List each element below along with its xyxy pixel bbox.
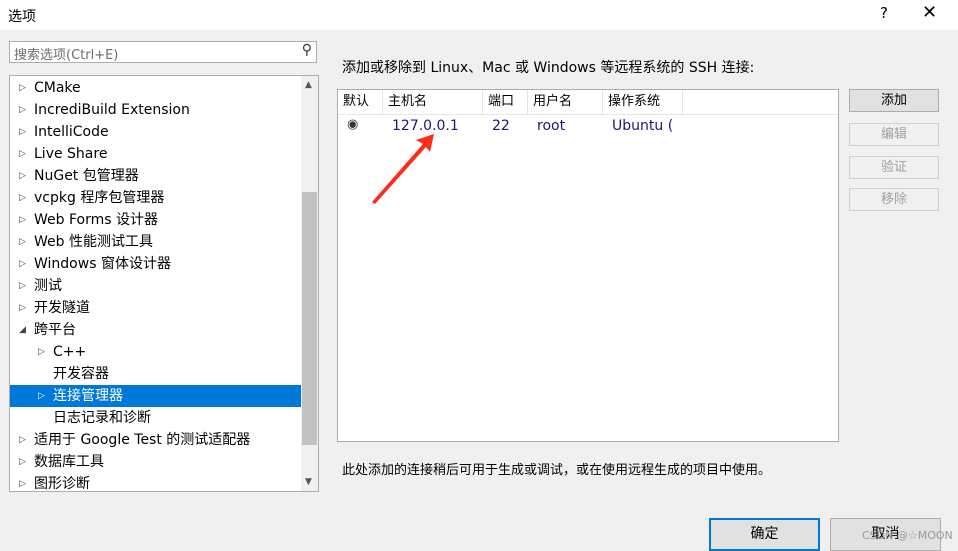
list-header: 默认 主机名 端口 用户名 操作系统	[338, 90, 838, 115]
default-radio[interactable]: ◉	[347, 117, 358, 132]
tree-item[interactable]: ▷ Web 性能测试工具	[10, 231, 301, 253]
tree-item[interactable]: ▷ vcpkg 程序包管理器	[10, 187, 301, 209]
tree-item[interactable]: ◢ 跨平台	[10, 319, 301, 341]
tree-item[interactable]: ▷ 开发隧道	[10, 297, 301, 319]
tree-item-label: vcpkg 程序包管理器	[34, 190, 165, 206]
options-tree: ▷ CMake ▷ IncrediBuild Extension ▷ IntelliCod…	[9, 75, 319, 492]
port-cell: 22	[492, 118, 510, 134]
tree-item[interactable]: ▷ CMake	[10, 77, 301, 99]
tree-item[interactable]: ▷ 连接管理器	[10, 385, 301, 407]
column-os[interactable]: 操作系统	[603, 90, 683, 114]
collapsed-arrow-icon[interactable]: ▷	[38, 341, 45, 363]
collapsed-arrow-icon[interactable]: ▷	[19, 253, 26, 275]
tree-item-label: 日志记录和诊断	[53, 410, 151, 426]
tree-item-label: Web Forms 设计器	[34, 212, 158, 228]
close-button[interactable]: ✕	[922, 2, 937, 23]
collapsed-arrow-icon[interactable]: ▷	[19, 231, 26, 253]
expanded-arrow-icon[interactable]: ◢	[19, 319, 26, 341]
tree-item-label: 数据库工具	[34, 454, 104, 470]
tree-item-label: CMake	[34, 80, 81, 96]
tree-item-label: C++	[53, 344, 87, 360]
scrollbar-thumb[interactable]	[302, 192, 317, 445]
user-cell: root	[537, 118, 566, 134]
tree-item-label: 连接管理器	[53, 388, 123, 404]
search-icon[interactable]: ⚲	[302, 42, 312, 58]
tree-item-label: Windows 窗体设计器	[34, 256, 171, 272]
ok-button[interactable]: 确定	[709, 518, 820, 551]
connection-list[interactable]: 默认 主机名 端口 用户名 操作系统 ◉ 127.0.0.1 22 root U…	[337, 89, 839, 442]
os-cell: Ubuntu (	[612, 118, 674, 134]
collapsed-arrow-icon[interactable]: ▷	[19, 165, 26, 187]
note-text: 此处添加的连接稍后可用于生成或调试，或在使用远程生成的项目中使用。	[342, 463, 772, 478]
tree-item-label: 开发隧道	[34, 300, 90, 316]
column-user[interactable]: 用户名	[528, 90, 603, 114]
tree-item[interactable]: ▷ IntelliCode	[10, 121, 301, 143]
search-placeholder: 搜索选项(Ctrl+E)	[14, 48, 119, 63]
collapsed-arrow-icon[interactable]: ▷	[19, 77, 26, 99]
collapsed-arrow-icon[interactable]: ▷	[38, 385, 45, 407]
edit-button[interactable]: 编辑	[849, 123, 939, 146]
tree-item[interactable]: ▷ C++	[10, 341, 301, 363]
tree-item-label: IncrediBuild Extension	[34, 102, 190, 118]
tree-item[interactable]: ▷ NuGet 包管理器	[10, 165, 301, 187]
tree-item[interactable]: ▷ 数据库工具	[10, 451, 301, 473]
tree-item-label: 图形诊断	[34, 476, 90, 492]
collapsed-arrow-icon[interactable]: ▷	[19, 143, 26, 165]
tree-item-label: 跨平台	[34, 322, 76, 338]
collapsed-arrow-icon[interactable]: ▷	[19, 187, 26, 209]
tree-item-label: 开发容器	[53, 366, 109, 382]
watermark: CSDN @☆MOON	[862, 529, 953, 542]
tree-item[interactable]: ▷ Windows 窗体设计器	[10, 253, 301, 275]
collapsed-arrow-icon[interactable]: ▷	[19, 297, 26, 319]
collapsed-arrow-icon[interactable]: ▷	[19, 99, 26, 121]
tree-item[interactable]: ▷ Live Share	[10, 143, 301, 165]
tree-scrollbar[interactable]: ▲ ▼	[301, 76, 318, 491]
tree-item[interactable]: ▷ Web Forms 设计器	[10, 209, 301, 231]
column-host[interactable]: 主机名	[383, 90, 483, 114]
description-label: 添加或移除到 Linux、Mac 或 Windows 等远程系统的 SSH 连接…	[342, 60, 755, 76]
column-port[interactable]: 端口	[483, 90, 528, 114]
tree-item-label: NuGet 包管理器	[34, 168, 139, 184]
collapsed-arrow-icon[interactable]: ▷	[19, 429, 26, 451]
tree-item-label: Live Share	[34, 146, 108, 162]
collapsed-arrow-icon[interactable]: ▷	[19, 275, 26, 297]
window-title: 选项	[8, 9, 36, 25]
add-button[interactable]: 添加	[849, 89, 939, 112]
tree-item-label: 测试	[34, 278, 62, 294]
search-input[interactable]: 搜索选项(Ctrl+E) ⚲	[9, 41, 317, 63]
scroll-down-icon[interactable]: ▼	[305, 477, 312, 487]
tree-item[interactable]: 开发容器	[10, 363, 301, 385]
collapsed-arrow-icon[interactable]: ▷	[19, 473, 26, 491]
tree-item[interactable]: ▷ 测试	[10, 275, 301, 297]
tree-item[interactable]: ▷ 适用于 Google Test 的测试适配器	[10, 429, 301, 451]
tree-item[interactable]: ▷ 图形诊断	[10, 473, 301, 492]
tree-item-label: IntelliCode	[34, 124, 109, 140]
scroll-up-icon[interactable]: ▲	[305, 80, 312, 90]
tree-item-label: 适用于 Google Test 的测试适配器	[34, 432, 251, 448]
tree-item-label: Web 性能测试工具	[34, 234, 153, 250]
collapsed-arrow-icon[interactable]: ▷	[19, 209, 26, 231]
tree-item[interactable]: 日志记录和诊断	[10, 407, 301, 429]
collapsed-arrow-icon[interactable]: ▷	[19, 121, 26, 143]
remove-button[interactable]: 移除	[849, 188, 939, 211]
help-button[interactable]: ?	[880, 4, 888, 22]
tree-item[interactable]: ▷ IncrediBuild Extension	[10, 99, 301, 121]
collapsed-arrow-icon[interactable]: ▷	[19, 451, 26, 473]
annotation-arrow	[372, 134, 434, 204]
title-bar	[0, 0, 958, 30]
verify-button[interactable]: 验证	[849, 156, 939, 179]
column-default[interactable]: 默认	[338, 90, 383, 114]
